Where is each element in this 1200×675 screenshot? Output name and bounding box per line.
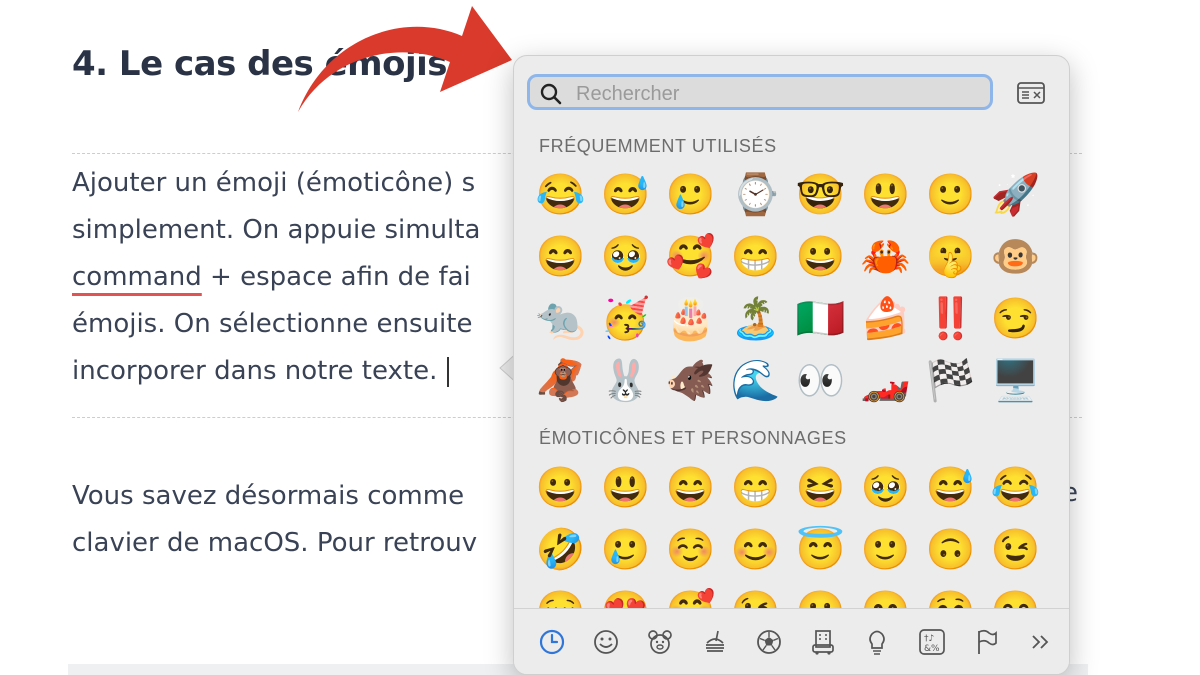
emoji-button[interactable]: 🐵 bbox=[983, 226, 1048, 288]
emoji-button[interactable]: 😄 bbox=[658, 457, 723, 519]
paragraph-text: + espace afin de fai bbox=[201, 262, 471, 292]
emoji-button[interactable]: ⌚ bbox=[723, 164, 788, 226]
emoji-picker: FRÉQUEMMENT UTILISÉS 😂😅🥲⌚🤓😃🙂🚀😄🥹🥰😁😀🦀🤫🐵🐀🥳🎂… bbox=[513, 55, 1070, 675]
section-label-smileys-people: ÉMOTICÔNES ET PERSONNAGES bbox=[539, 428, 847, 448]
emoji-button[interactable]: ☺️ bbox=[658, 519, 723, 581]
smiley-icon[interactable] bbox=[590, 626, 622, 658]
emoji-button[interactable]: 😊 bbox=[723, 519, 788, 581]
paragraph-text: incorporer dans notre texte. bbox=[72, 356, 438, 386]
emoji-button[interactable]: 🤣 bbox=[528, 519, 593, 581]
emoji-button[interactable]: 🥰 bbox=[658, 581, 723, 608]
emoji-scroll-area[interactable]: FRÉQUEMMENT UTILISÉS 😂 😅 🥲 ⌚ 🤓 😃 🙂 🚀 😄 🥹 🥰 😁 😀 🦀 🤫 🐵 🐀 🥳 🎂… bbox=[514, 56, 1069, 608]
emoji-button[interactable]: 🥰 bbox=[658, 226, 723, 288]
emoji-button[interactable]: 🥹 bbox=[593, 226, 658, 288]
emoji-button[interactable]: 🖥️ bbox=[983, 350, 1048, 412]
svg-text:&%: &% bbox=[924, 644, 940, 654]
emoji-button[interactable]: 🏎️ bbox=[853, 350, 918, 412]
emoji-button[interactable]: 🚀 bbox=[983, 164, 1048, 226]
emoji-button[interactable]: 🦧 bbox=[528, 350, 593, 412]
emoji-button[interactable]: 😁 bbox=[723, 457, 788, 519]
emoji-button[interactable]: 🍰 bbox=[853, 288, 918, 350]
lightbulb-icon[interactable] bbox=[861, 626, 893, 658]
emoji-button[interactable]: 🐗 bbox=[658, 350, 723, 412]
paragraph-emoji-instructions: Ajouter un émoji (émoticône) s simplemen… bbox=[72, 160, 480, 395]
emoji-button[interactable]: 👀 bbox=[788, 350, 853, 412]
emoji-button[interactable]: 🐰 bbox=[593, 350, 658, 412]
emoji-button[interactable]: 🏝️ bbox=[723, 288, 788, 350]
emoji-button[interactable]: 😋 bbox=[983, 581, 1048, 608]
emoji-button[interactable]: 😗 bbox=[788, 581, 853, 608]
emoji-button[interactable]: 😂 bbox=[983, 457, 1048, 519]
emoji-button[interactable]: 😍 bbox=[593, 581, 658, 608]
emoji-button[interactable]: 😃 bbox=[593, 457, 658, 519]
emoji-button[interactable]: 😃 bbox=[853, 164, 918, 226]
emoji-button[interactable]: 😆 bbox=[788, 457, 853, 519]
emoji-button[interactable]: ‼️ bbox=[918, 288, 983, 350]
emoji-button[interactable]: 😉 bbox=[983, 519, 1048, 581]
emoji-button[interactable]: 🥲 bbox=[658, 164, 723, 226]
emoji-button[interactable]: 😅 bbox=[593, 164, 658, 226]
emoji-button[interactable]: 😁 bbox=[723, 226, 788, 288]
red-arrow-icon bbox=[298, 6, 512, 112]
paragraph-line: Ajouter un émoji (émoticône) s bbox=[72, 168, 476, 198]
emoji-button[interactable]: 😀 bbox=[788, 226, 853, 288]
emoji-button[interactable]: 😄 bbox=[528, 226, 593, 288]
category-bar: †♪ &% bbox=[536, 622, 1056, 662]
emoji-button[interactable]: 🥳 bbox=[593, 288, 658, 350]
emoji-button[interactable]: 😀 bbox=[528, 457, 593, 519]
recent-icon[interactable] bbox=[536, 626, 568, 658]
emoji-button[interactable]: 🇮🇹 bbox=[788, 288, 853, 350]
emoji-button[interactable]: 🙂 bbox=[918, 164, 983, 226]
svg-text:†♪: †♪ bbox=[924, 634, 934, 644]
text-cursor bbox=[447, 356, 450, 387]
emoji-button[interactable]: 🎂 bbox=[658, 288, 723, 350]
emoji-button[interactable]: 🤓 bbox=[788, 164, 853, 226]
more-icon[interactable] bbox=[1024, 626, 1056, 658]
emoji-button[interactable]: 🌊 bbox=[723, 350, 788, 412]
emoji-button[interactable]: 🤫 bbox=[918, 226, 983, 288]
paragraph-line: command + espace afin de fai bbox=[72, 254, 480, 301]
emoji-button[interactable]: 😇 bbox=[788, 519, 853, 581]
emoji-button[interactable]: 🙃 bbox=[918, 519, 983, 581]
paragraph-line: simplement. On appuie simulta bbox=[72, 215, 481, 245]
section-label-frequently-used: FRÉQUEMMENT UTILISÉS bbox=[539, 136, 777, 156]
building-icon[interactable] bbox=[807, 626, 839, 658]
emoji-button[interactable]: 😌 bbox=[528, 581, 593, 608]
emoji-button[interactable]: 🦀 bbox=[853, 226, 918, 288]
emoji-button[interactable]: 😏 bbox=[983, 288, 1048, 350]
emoji-grid-smileys: 😀😃😄😁😆🥹😅😂 🤣🥲☺️😊😇🙂🙃😉 😌😍🥰😘😗😙😚😋 bbox=[528, 457, 1048, 608]
emoji-button[interactable]: 🙂 bbox=[853, 519, 918, 581]
paragraph-line: clavier de macOS. Pour retrouv bbox=[72, 528, 478, 558]
paragraph-conclusion: Vous savez désormais comme clavier de ma… bbox=[72, 473, 477, 567]
emoji-button[interactable]: 😙 bbox=[853, 581, 918, 608]
food-icon[interactable] bbox=[699, 626, 731, 658]
emoji-button[interactable]: 🥹 bbox=[853, 457, 918, 519]
symbols-icon[interactable]: †♪ &% bbox=[916, 626, 948, 658]
soccer-ball-icon[interactable] bbox=[753, 626, 785, 658]
emoji-button[interactable]: 😂 bbox=[528, 164, 593, 226]
paragraph-line: émojis. On sélectionne ensuite bbox=[72, 309, 473, 339]
paragraph-line: incorporer dans notre texte. bbox=[72, 348, 480, 395]
animal-icon[interactable] bbox=[644, 626, 676, 658]
paragraph-line: Vous savez désormais comme bbox=[72, 481, 465, 511]
emoji-button[interactable]: 😚 bbox=[918, 581, 983, 608]
emoji-button[interactable]: 😘 bbox=[723, 581, 788, 608]
emoji-button[interactable]: 😅 bbox=[918, 457, 983, 519]
misspelled-word[interactable]: command bbox=[72, 262, 202, 292]
emoji-button[interactable]: 🐀 bbox=[528, 288, 593, 350]
emoji-button[interactable]: 🥲 bbox=[593, 519, 658, 581]
flag-icon[interactable] bbox=[970, 626, 1002, 658]
emoji-button[interactable]: 🏁 bbox=[918, 350, 983, 412]
emoji-grid-frequent: 😂 😅 🥲 ⌚ 🤓 😃 🙂 🚀 😄 🥹 🥰 😁 😀 🦀 🤫 🐵 🐀 🥳 🎂 🏝️ 🇮🇹 🍰 ‼️ 😏 🦧 🐰 🐗 🌊 👀 🏎️ 🏁 🖥️ bbox=[528, 164, 1048, 412]
